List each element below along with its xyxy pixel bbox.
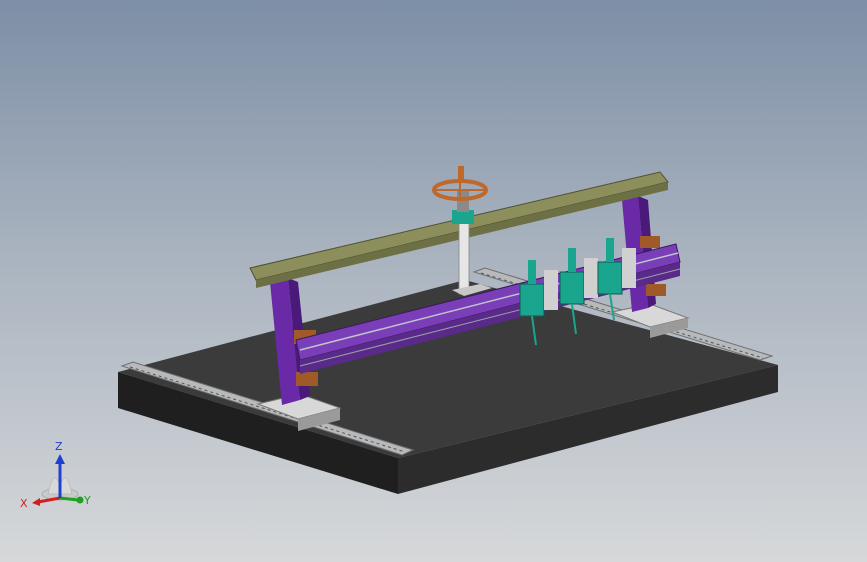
y-axis-arrow	[59, 496, 79, 502]
z-axis-label: Z	[55, 440, 63, 453]
y-axis-label: Y	[83, 494, 91, 507]
x-axis-label: X	[20, 497, 28, 510]
x-axis-arrow	[37, 496, 61, 504]
gantry-machine-model[interactable]	[0, 0, 867, 562]
axis-triad: Z X Y	[20, 440, 91, 510]
lift-spindle	[452, 190, 492, 296]
handwheel[interactable]	[432, 166, 488, 201]
cad-viewport[interactable]: Z X Y	[0, 0, 867, 562]
